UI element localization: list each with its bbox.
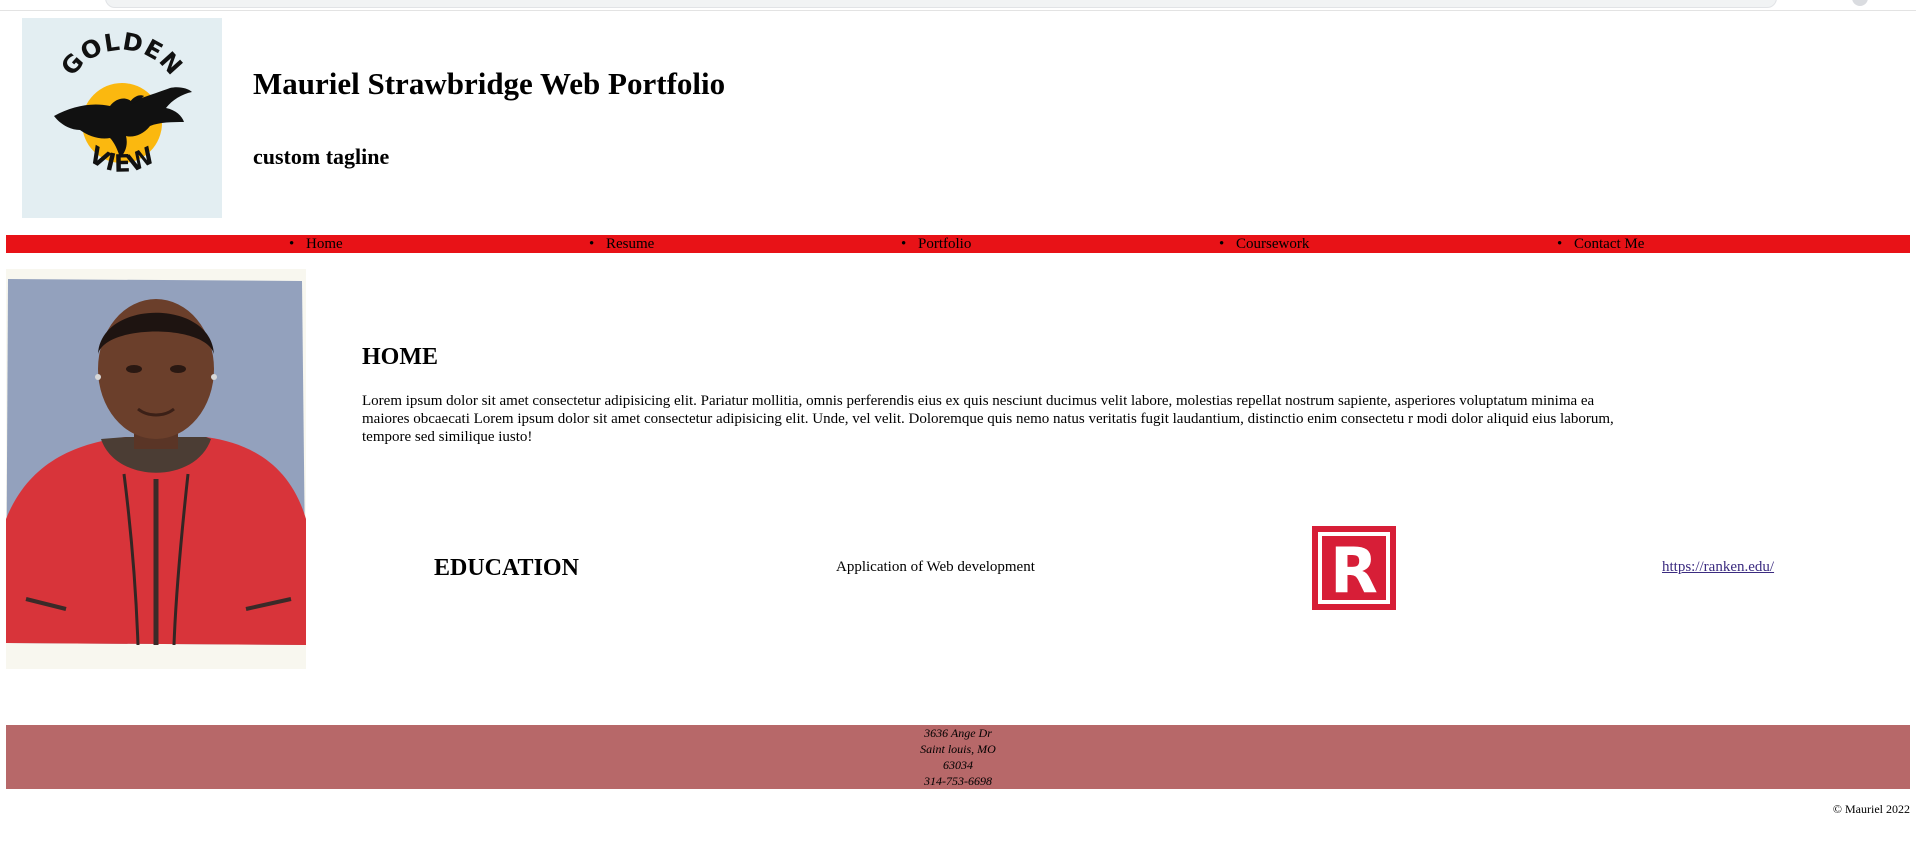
site-logo: GOLDEN VIEW — [22, 18, 222, 218]
copyright-text: © Mauriel 2022 — [1832, 802, 1910, 816]
site-tagline: custom tagline — [253, 144, 390, 169]
ranken-logo-letter: R — [1330, 534, 1378, 607]
svg-text:GOLDEN: GOLDEN — [56, 27, 189, 81]
address-bar-edge[interactable] — [105, 0, 1777, 8]
nav-item-resume[interactable]: Resume — [589, 235, 654, 253]
education-heading: EDUCATION — [434, 555, 579, 581]
nav-item-portfolio[interactable]: Portfolio — [901, 235, 971, 253]
nav-item-coursework[interactable]: Coursework — [1219, 235, 1309, 253]
education-course: Application of Web development — [836, 559, 1035, 575]
home-heading: HOME — [362, 344, 438, 370]
nav-item-home[interactable]: Home — [289, 235, 343, 253]
main-nav: Home Resume Portfolio Coursework Contact… — [6, 235, 1910, 253]
profile-photo-image — [6, 269, 306, 669]
footer-phone: 314-753-6698 — [924, 774, 992, 788]
ranken-r-icon: R — [1312, 526, 1396, 610]
profile-photo — [6, 269, 306, 669]
nav-item-contact-me[interactable]: Contact Me — [1557, 235, 1645, 253]
profile-avatar-icon[interactable] — [1852, 0, 1868, 6]
logo-text-top: GOLDEN — [56, 27, 188, 81]
browser-chrome-strip — [0, 0, 1916, 11]
home-body-text: Lorem ipsum dolor sit amet consectetur a… — [362, 393, 1614, 445]
footer-contact: 3636 Ange Dr Saint louis, MO 63034 314-7… — [6, 725, 1910, 789]
golden-view-eagle-icon: GOLDEN VIEW — [54, 27, 192, 178]
ranken-logo: R — [1312, 526, 1396, 610]
footer-address-city: Saint louis, MO — [920, 742, 996, 756]
footer-zip: 63034 — [943, 758, 973, 772]
footer-address-street: 3636 Ange Dr — [924, 726, 992, 740]
ranken-link[interactable]: https://ranken.edu/ — [1662, 559, 1774, 576]
page-title: Mauriel Strawbridge Web Portfolio — [253, 66, 726, 101]
